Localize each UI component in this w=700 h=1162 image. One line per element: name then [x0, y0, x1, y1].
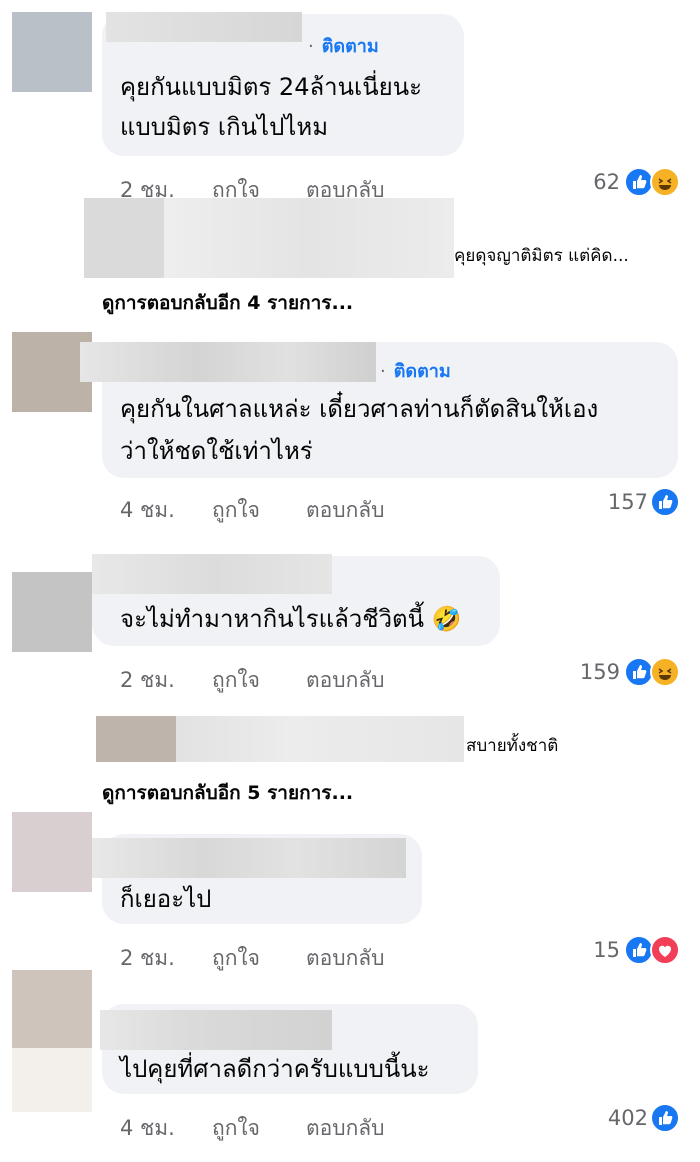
redacted-reply-content [164, 198, 454, 278]
follow-label: ติดตาม [321, 36, 379, 57]
redacted-reply-avatar [84, 198, 164, 278]
avatar[interactable] [12, 12, 92, 92]
follow-link[interactable]: · ติดตาม [380, 356, 451, 385]
like-action[interactable]: ถูกใจ [212, 942, 260, 975]
comment-text-line-1: คุยกันในศาลแหล่ะ เดี๋ยวศาลท่านก็ตัดสินให… [120, 395, 599, 423]
avatar[interactable] [12, 970, 92, 1112]
comment-time[interactable]: 2 ชม. [120, 664, 175, 697]
haha-icon [650, 167, 680, 197]
redacted-author-name[interactable] [92, 838, 406, 878]
comment-text-line-2: ว่าให้ชดใช้เท่าไหร่ [120, 437, 313, 465]
view-more-replies[interactable]: ดูการตอบกลับอีก 5 รายการ... [102, 778, 353, 808]
comment-text-line-1: คุยกันแบบมิตร 24ล้านเนี่ยนะ [120, 73, 423, 101]
separator-dot: · [308, 36, 314, 57]
redacted-author-name[interactable] [92, 554, 332, 594]
like-action[interactable]: ถูกใจ [212, 664, 260, 697]
like-action[interactable]: ถูกใจ [212, 494, 260, 527]
reply-action[interactable]: ตอบกลับ [306, 1112, 385, 1145]
redacted-author-name[interactable] [80, 342, 376, 382]
reaction-count[interactable]: 15 [593, 938, 620, 962]
comment-time[interactable]: 4 ชม. [120, 494, 175, 527]
follow-link[interactable]: · ติดตาม [308, 31, 379, 60]
reply-snippet: สบายทั้งชาติ [466, 736, 559, 756]
reaction-count[interactable]: 157 [608, 490, 648, 514]
redacted-reply-content [176, 716, 464, 762]
follow-label: ติดตาม [393, 361, 451, 382]
like-action[interactable]: ถูกใจ [212, 1112, 260, 1145]
comment-text-line-1: จะไม่ทำมาหากินไรแล้วชีวิตนี้ 🤣 [120, 605, 462, 633]
comment-text-line-2: แบบมิตร เกินไปไหม [120, 113, 329, 141]
like-icon [650, 1103, 680, 1133]
reply-action[interactable]: ตอบกลับ [306, 664, 385, 697]
reaction-count[interactable]: 62 [593, 170, 620, 194]
avatar[interactable] [12, 572, 92, 652]
reply-action[interactable]: ตอบกลับ [306, 942, 385, 975]
redacted-author-name[interactable] [106, 12, 302, 42]
reply-action[interactable]: ตอบกลับ [306, 494, 385, 527]
like-icon [650, 487, 680, 517]
love-icon [650, 935, 680, 965]
redacted-reply-avatar [96, 716, 176, 762]
comment-text-line-1: ก็เยอะไป [120, 885, 212, 913]
reply-snippet: คุยดุจญาติมิตร แต่คิด... [454, 246, 629, 266]
comment-time[interactable]: 2 ชม. [120, 942, 175, 975]
avatar[interactable] [12, 812, 92, 892]
comment-text-line-1: ไปคุยที่ศาลดีกว่าครับแบบนี้นะ [120, 1055, 430, 1083]
separator-dot: · [380, 361, 386, 382]
reaction-count[interactable]: 402 [608, 1106, 648, 1130]
view-more-replies[interactable]: ดูการตอบกลับอีก 4 รายการ... [102, 288, 353, 318]
haha-icon [650, 657, 680, 687]
reaction-count[interactable]: 159 [580, 660, 620, 684]
comment-time[interactable]: 4 ชม. [120, 1112, 175, 1145]
redacted-author-name[interactable] [100, 1010, 332, 1050]
